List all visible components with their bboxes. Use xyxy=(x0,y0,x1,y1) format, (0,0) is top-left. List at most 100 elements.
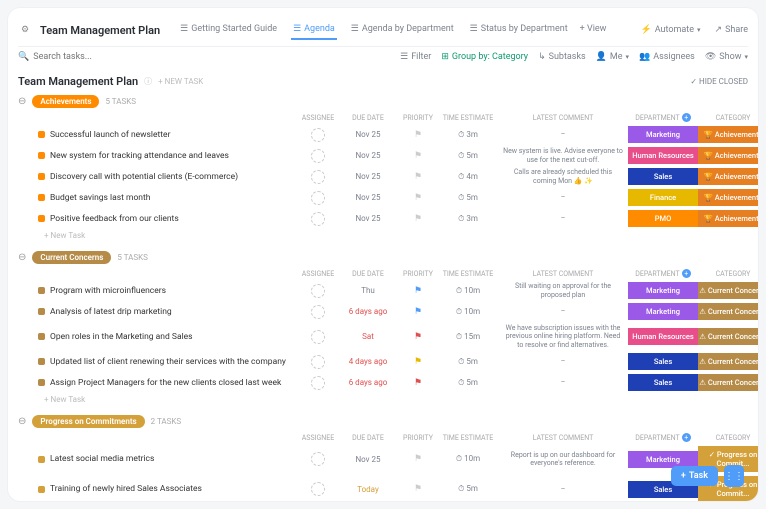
time-estimate[interactable]: ⏱ 5m xyxy=(438,193,498,203)
status-square[interactable] xyxy=(38,333,45,340)
priority-flag-icon[interactable]: ⚑ xyxy=(414,484,422,494)
department-badge[interactable]: Human Resources xyxy=(628,328,698,345)
collapse-icon[interactable]: ⊖ xyxy=(18,96,26,107)
department-badge[interactable]: Sales xyxy=(628,374,698,391)
department-badge[interactable]: Marketing xyxy=(628,126,698,143)
search-input[interactable]: 🔍 xyxy=(18,52,113,62)
task-row[interactable]: Latest social media metricsNov 25⚑⏱ 10mR… xyxy=(18,444,748,474)
task-row[interactable]: Training of newly hired Sales Associates… xyxy=(18,474,748,501)
time-estimate[interactable]: ⏱ 5m xyxy=(438,378,498,388)
due-date[interactable]: Nov 25 xyxy=(338,151,398,160)
show-button[interactable]: 👁 Show ▾ xyxy=(705,52,748,62)
due-date[interactable]: 4 days ago xyxy=(338,357,398,366)
due-date[interactable]: Nov 25 xyxy=(338,130,398,139)
status-square[interactable] xyxy=(38,173,45,180)
task-row[interactable]: Assign Project Managers for the new clie… xyxy=(18,372,748,393)
tab[interactable]: ☰ Agenda by Department xyxy=(349,20,456,40)
status-square[interactable] xyxy=(38,287,45,294)
assignee-add[interactable] xyxy=(311,212,325,226)
fab-more[interactable]: ⋮⋮ xyxy=(724,465,744,487)
assignee-add[interactable] xyxy=(311,305,325,319)
tab[interactable]: ☰ Getting Started Guide xyxy=(178,20,279,40)
priority-flag-icon[interactable]: ⚑ xyxy=(414,307,422,317)
department-badge[interactable]: PMO xyxy=(628,210,698,227)
task-row[interactable]: Positive feedback from our clientsNov 25… xyxy=(18,208,748,229)
category-badge[interactable]: ⚠ Current Concerns xyxy=(698,303,758,320)
create-task-fab[interactable]: + Task xyxy=(671,466,718,486)
due-date[interactable]: 6 days ago xyxy=(338,307,398,316)
info-icon[interactable]: ⓘ xyxy=(144,76,152,87)
priority-flag-icon[interactable]: ⚑ xyxy=(414,172,422,182)
filter-button[interactable]: ☰ Filter xyxy=(400,52,431,62)
priority-flag-icon[interactable]: ⚑ xyxy=(414,378,422,388)
priority-flag-icon[interactable]: ⚑ xyxy=(414,286,422,296)
priority-flag-icon[interactable]: ⚑ xyxy=(414,151,422,161)
category-badge[interactable]: ⚠ Current Concerns xyxy=(698,353,758,370)
assignee-add[interactable] xyxy=(311,170,325,184)
assignee-add[interactable] xyxy=(311,284,325,298)
priority-flag-icon[interactable]: ⚑ xyxy=(414,332,422,342)
collapse-icon[interactable]: ⊖ xyxy=(18,416,26,427)
task-row[interactable]: Updated list of client renewing their se… xyxy=(18,351,748,372)
due-date[interactable]: Today xyxy=(338,485,398,494)
status-square[interactable] xyxy=(38,152,45,159)
priority-flag-icon[interactable]: ⚑ xyxy=(414,357,422,367)
category-badge[interactable]: 🏆 Achievements xyxy=(698,210,758,227)
assignees-button[interactable]: 👥 Assignees xyxy=(639,52,695,62)
priority-flag-icon[interactable]: ⚑ xyxy=(414,214,422,224)
task-row[interactable]: Open roles in the Marketing and SalesSat… xyxy=(18,322,748,351)
section-badge[interactable]: Achievements xyxy=(32,95,99,108)
automate-button[interactable]: ⚡ Automate ▾ xyxy=(641,25,701,35)
department-badge[interactable]: Human Resources xyxy=(628,147,698,164)
task-row[interactable]: Successful launch of newsletterNov 25⚑⏱ … xyxy=(18,124,748,145)
department-badge[interactable]: Finance xyxy=(628,189,698,206)
assignee-add[interactable] xyxy=(311,191,325,205)
due-date[interactable]: Sat xyxy=(338,332,398,341)
settings-icon[interactable]: ⚙ xyxy=(18,23,32,37)
tab[interactable]: ☰ Status by Department xyxy=(468,20,570,40)
assignee-add[interactable] xyxy=(311,149,325,163)
new-task-row[interactable]: + New Task xyxy=(18,229,748,242)
time-estimate[interactable]: ⏱ 5m xyxy=(438,484,498,494)
status-square[interactable] xyxy=(38,358,45,365)
due-date[interactable]: Nov 25 xyxy=(338,193,398,202)
task-row[interactable]: New system for tracking attendance and l… xyxy=(18,145,748,166)
category-badge[interactable]: ⚠ Current Concerns xyxy=(698,328,758,345)
tab[interactable]: ☰ Agenda xyxy=(291,20,337,40)
assignee-add[interactable] xyxy=(311,376,325,390)
new-task-row[interactable]: + New Task xyxy=(18,393,748,406)
task-row[interactable]: Analysis of latest drip marketing6 days … xyxy=(18,301,748,322)
category-badge[interactable]: 🏆 Achievements xyxy=(698,126,758,143)
due-date[interactable]: Thu xyxy=(338,286,398,295)
time-estimate[interactable]: ⏱ 3m xyxy=(438,130,498,140)
share-button[interactable]: ↗ Share xyxy=(715,25,748,35)
assignee-add[interactable] xyxy=(311,355,325,369)
status-square[interactable] xyxy=(38,486,45,493)
assignee-add[interactable] xyxy=(311,452,325,466)
status-square[interactable] xyxy=(38,456,45,463)
time-estimate[interactable]: ⏱ 15m xyxy=(438,332,498,342)
add-view[interactable]: + View xyxy=(578,20,609,40)
section-badge[interactable]: Current Concerns xyxy=(32,251,111,264)
section-badge[interactable]: Progress on Commitments xyxy=(32,415,144,428)
task-row[interactable]: Budget savings last monthNov 25⚑⏱ 5m–Fin… xyxy=(18,187,748,208)
time-estimate[interactable]: ⏱ 3m xyxy=(438,214,498,224)
status-square[interactable] xyxy=(38,308,45,315)
time-estimate[interactable]: ⏱ 5m xyxy=(438,151,498,161)
assignee-add[interactable] xyxy=(311,128,325,142)
priority-flag-icon[interactable]: ⚑ xyxy=(414,454,422,464)
category-badge[interactable]: ⚠ Current Concerns xyxy=(698,282,758,299)
assignee-add[interactable] xyxy=(311,330,325,344)
task-row[interactable]: Program with microinfluencersThu⚑⏱ 10mSt… xyxy=(18,280,748,301)
subtasks-button[interactable]: ↳ Subtasks xyxy=(538,52,586,62)
due-date[interactable]: 6 days ago xyxy=(338,378,398,387)
department-badge[interactable]: Sales xyxy=(628,353,698,370)
status-square[interactable] xyxy=(38,131,45,138)
due-date[interactable]: Nov 25 xyxy=(338,172,398,181)
collapse-icon[interactable]: ⊖ xyxy=(18,252,26,263)
time-estimate[interactable]: ⏱ 5m xyxy=(438,357,498,367)
category-badge[interactable]: 🏆 Achievements xyxy=(698,189,758,206)
time-estimate[interactable]: ⏱ 4m xyxy=(438,172,498,182)
time-estimate[interactable]: ⏱ 10m xyxy=(438,307,498,317)
task-row[interactable]: Discovery call with potential clients (E… xyxy=(18,166,748,187)
